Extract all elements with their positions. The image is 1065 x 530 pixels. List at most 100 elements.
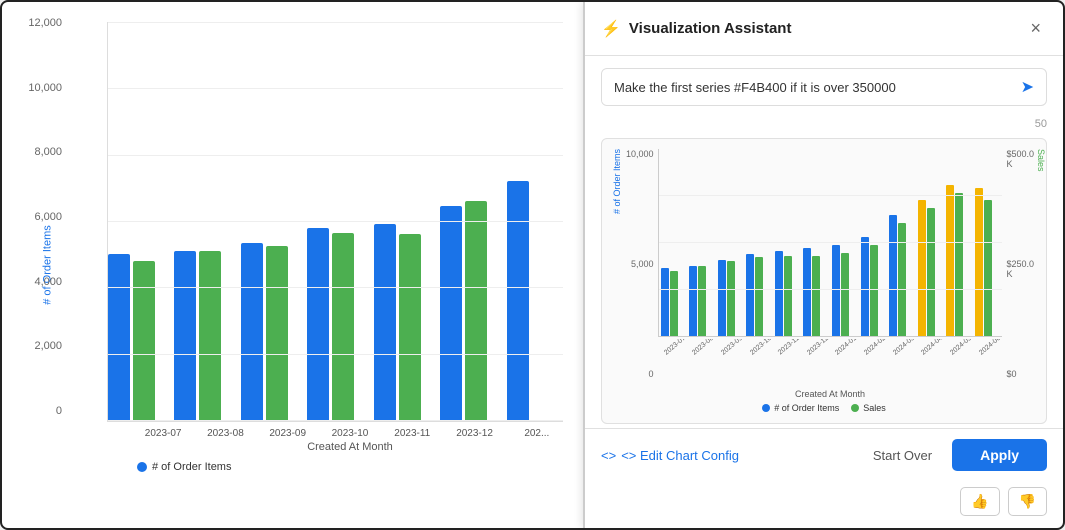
mini-x-title: Created At Month <box>658 389 1003 399</box>
panel-title: Visualization Assistant <box>629 20 792 37</box>
mini-chart-container: # of Order Items 10,000 5,000 0 <box>601 138 1047 424</box>
bar-blue-5 <box>374 224 396 421</box>
bar-blue-3 <box>241 243 263 421</box>
mini-bar-gold-12 <box>975 188 983 336</box>
mini-bar-green-12 <box>984 200 992 336</box>
mini-bar-group-3 <box>718 260 744 336</box>
send-button[interactable]: ➤ <box>1009 69 1046 105</box>
mini-legend-dot-sales <box>851 404 859 412</box>
mini-bar-gold-10 <box>918 200 926 336</box>
bar-group-4 <box>307 228 363 421</box>
panel-title-row: ⚡ Visualization Assistant <box>601 19 791 39</box>
mini-bar-green-3 <box>727 261 735 336</box>
send-icon: ➤ <box>1021 77 1034 97</box>
mini-legend-label-orders: # of Order Items <box>774 403 839 413</box>
mini-chart-wrapper: # of Order Items 10,000 5,000 0 <box>612 149 1036 399</box>
mini-bar-green-10 <box>927 208 935 336</box>
thumbdown-button[interactable]: 👎 <box>1008 487 1047 516</box>
mini-bar-group-10 <box>918 200 944 336</box>
mini-bar-green-6 <box>812 256 820 336</box>
thumbup-button[interactable]: 👍 <box>960 487 999 516</box>
mini-bar-group-11 <box>946 185 972 336</box>
mini-chart-body: 2023-07 2023-08 2023-09 2023-10 2023-11 … <box>658 149 1003 399</box>
mini-bar-group-2 <box>689 266 715 336</box>
mini-legend-dot-orders <box>762 404 770 412</box>
mini-bar-group-6 <box>803 248 829 336</box>
mini-bar-green-1 <box>670 271 678 336</box>
x-label-2: 2023-08 <box>199 428 251 439</box>
x-label-4: 2023-10 <box>324 428 376 439</box>
mini-bar-green-9 <box>898 223 906 336</box>
bar-green-4 <box>332 233 354 421</box>
mini-legend: # of Order Items Sales <box>612 403 1036 417</box>
mini-bar-group-8 <box>861 237 887 336</box>
mini-bar-green-2 <box>698 266 706 336</box>
main-y-axis-ticks: 12,000 10,000 8,000 6,000 4,000 2,000 0 <box>22 17 62 417</box>
mini-bar-blue-7 <box>832 245 840 336</box>
feedback-row: 👍 👎 <box>585 481 1063 528</box>
mini-bar-group-12 <box>975 188 1001 336</box>
mini-bar-gold-11 <box>946 185 954 336</box>
mini-bar-group-4 <box>746 254 772 336</box>
mini-bar-blue-8 <box>861 237 869 336</box>
bar-green-2 <box>199 251 221 421</box>
main-chart-area: # of Order Items 12,000 10,000 8,000 6,0… <box>2 2 583 528</box>
bar-group-7 <box>507 181 563 421</box>
mini-legend-sales: Sales <box>851 403 886 413</box>
bar-group-1 <box>108 254 164 421</box>
bar-green-6 <box>465 201 487 421</box>
bar-green-1 <box>133 261 155 421</box>
code-icon: <> <box>601 448 616 463</box>
mini-bar-group-5 <box>775 251 801 336</box>
thumbdown-icon: 👎 <box>1019 493 1036 509</box>
thumbup-icon: 👍 <box>971 493 988 509</box>
mini-bar-group-1 <box>661 268 687 336</box>
legend-dot-orders <box>137 462 147 472</box>
start-over-button[interactable]: Start Over <box>863 442 942 469</box>
mini-bar-group-9 <box>889 215 915 336</box>
x-label-3: 2023-09 <box>262 428 314 439</box>
mini-bar-green-5 <box>784 256 792 336</box>
bar-blue-4 <box>307 228 329 421</box>
mini-y-left-label: # of Order Items <box>612 149 624 214</box>
token-count: 50 <box>585 118 1063 134</box>
bar-green-3 <box>266 246 288 421</box>
prompt-input-row: ➤ <box>601 68 1047 106</box>
assistant-icon: ⚡ <box>601 19 621 39</box>
mini-y-right-ticks: $500.0 K $250.0 K $0 <box>1002 149 1034 399</box>
actions-right: Start Over Apply <box>863 439 1047 471</box>
bar-group-2 <box>174 251 230 421</box>
bar-green-5 <box>399 234 421 421</box>
mini-legend-orders: # of Order Items <box>762 403 839 413</box>
legend-label-orders: # of Order Items <box>152 461 231 473</box>
mini-bar-blue-6 <box>803 248 811 336</box>
mini-bar-green-4 <box>755 257 763 336</box>
bar-blue-6 <box>440 206 462 421</box>
mini-y-left-ticks: 10,000 5,000 0 <box>626 149 658 399</box>
mini-bar-group-7 <box>832 245 858 336</box>
mini-y-right-label: Sales <box>1036 149 1048 172</box>
bar-group-5 <box>374 224 430 421</box>
edit-chart-label: <> Edit Chart Config <box>621 448 739 463</box>
visualization-assistant-panel: ⚡ Visualization Assistant × ➤ 50 # of Or… <box>583 2 1063 528</box>
mini-bar-green-7 <box>841 253 849 336</box>
close-button[interactable]: × <box>1024 16 1047 41</box>
main-chart-bars <box>107 22 563 422</box>
x-label-1: 2023-07 <box>137 428 189 439</box>
mini-x-labels: 2023-07 2023-08 2023-09 2023-10 2023-11 … <box>658 339 1003 371</box>
mini-bar-blue-9 <box>889 215 897 336</box>
mini-bar-green-8 <box>870 245 878 336</box>
edit-chart-link[interactable]: <> <> Edit Chart Config <box>601 448 739 463</box>
main-x-title: Created At Month <box>137 441 563 453</box>
mini-bar-blue-3 <box>718 260 726 336</box>
mini-bar-blue-5 <box>775 251 783 336</box>
bar-group-6 <box>440 201 496 421</box>
bar-blue-1 <box>108 254 130 421</box>
prompt-input[interactable] <box>602 70 1009 105</box>
mini-bar-blue-2 <box>689 266 697 336</box>
apply-button[interactable]: Apply <box>952 439 1047 471</box>
mini-bar-blue-4 <box>746 254 754 336</box>
x-label-6: 2023-12 <box>448 428 500 439</box>
screen: # of Order Items 12,000 10,000 8,000 6,0… <box>0 0 1065 530</box>
mini-x-label-12: 2024-06 <box>978 339 1003 371</box>
